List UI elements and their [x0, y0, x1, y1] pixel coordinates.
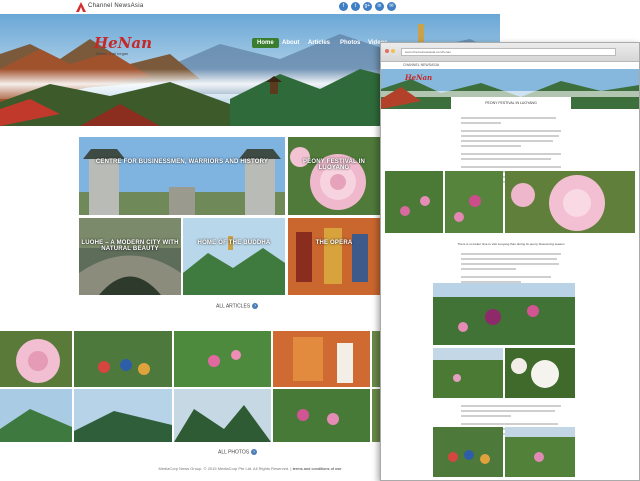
- article-photo[interactable]: [385, 171, 443, 233]
- nav-photos-link[interactable]: Photos: [340, 40, 360, 46]
- mountain-photo: [74, 389, 172, 442]
- article-tile-label: HOME OF THE BUDDHA: [197, 240, 271, 246]
- peony-visitors-photo: [445, 171, 503, 233]
- tourists-group-photo: [74, 331, 172, 387]
- mountain-photo: [174, 389, 271, 442]
- peony-garden-photo: [385, 171, 443, 233]
- nav-articles-link[interactable]: Articles: [308, 40, 330, 46]
- all-photos-link[interactable]: ALL PHOTOS ›: [218, 449, 258, 456]
- google-plus-icon[interactable]: g+: [363, 2, 372, 11]
- facebook-icon[interactable]: f: [339, 2, 348, 11]
- article-photo[interactable]: [505, 348, 575, 398]
- hero-subtitle: Where it all began: [96, 51, 129, 56]
- channel-newsasia-logo-icon[interactable]: [76, 2, 86, 12]
- article-tile-label: THE OPERA: [315, 240, 353, 246]
- second-brand-name[interactable]: CHANNEL NEWSASIA: [403, 63, 439, 67]
- pink-peony-photo: [505, 171, 635, 233]
- garden-photo: [174, 331, 271, 387]
- linkedin-icon[interactable]: in: [375, 2, 384, 11]
- browser-toolbar: www.channelnewsasia.com/henan: [381, 43, 639, 62]
- flower-field-photo: [273, 389, 370, 442]
- photo-thumbnail[interactable]: [174, 331, 271, 387]
- photo-thumbnail[interactable]: [273, 389, 370, 442]
- article-tile-peony[interactable]: PEONY FESTIVAL IN LUOYANG: [288, 137, 380, 215]
- arrow-right-icon: ›: [251, 449, 258, 455]
- article-photo[interactable]: [433, 283, 575, 345]
- group-photo: [433, 427, 503, 477]
- all-articles-link[interactable]: ALL ARTICLES ›: [216, 303, 259, 310]
- stone-bridge-image: [79, 218, 181, 295]
- article-tile-buddha[interactable]: HOME OF THE BUDDHA: [183, 218, 285, 295]
- flower-bed-photo: [505, 427, 575, 477]
- nav-home-button[interactable]: Home: [252, 38, 279, 48]
- article-title: PEONY FESTIVAL IN LUOYANG: [451, 97, 571, 109]
- mural-woman-photo: [273, 331, 370, 387]
- peony-field-photo: [433, 283, 575, 345]
- top-bar: Channel NewsAsia f t g+ in ✉: [0, 0, 500, 15]
- article-photo[interactable]: [433, 348, 503, 398]
- all-photos-label: ALL PHOTOS: [218, 449, 250, 456]
- photo-thumbnail[interactable]: [0, 389, 72, 442]
- arrow-right-icon: ›: [252, 303, 259, 309]
- second-hero-title: HeNan: [405, 73, 433, 82]
- white-peony-photo: [505, 348, 575, 398]
- article-tile-opera[interactable]: THE OPERA: [288, 218, 380, 295]
- close-window-icon[interactable]: [385, 49, 389, 53]
- article-photo[interactable]: [505, 171, 635, 233]
- peony-photo: [0, 331, 72, 387]
- article-tile-businessmen[interactable]: CENTRE FOR BUSINESSMEN, WARRIORS AND HIS…: [79, 137, 285, 215]
- peony-flower-image: [288, 137, 380, 215]
- article-photo[interactable]: [433, 427, 503, 477]
- article-photo[interactable]: [445, 171, 503, 233]
- article-body-text: [461, 253, 561, 283]
- hero-title: HeNan: [94, 34, 153, 52]
- photo-thumbnail[interactable]: [372, 389, 380, 442]
- all-articles-label: ALL ARTICLES: [216, 303, 251, 310]
- brand-name[interactable]: Channel NewsAsia: [88, 3, 144, 9]
- email-icon[interactable]: ✉: [387, 2, 396, 11]
- nav-about-link[interactable]: About: [282, 40, 299, 46]
- article-photo[interactable]: [505, 427, 575, 477]
- photo-thumbnail[interactable]: [0, 331, 72, 387]
- article-page-window: www.channelnewsasia.com/henan CHANNEL NE…: [380, 42, 640, 481]
- article-tile-label: LUOHE – A MODERN CITY WITH NATURAL BEAUT…: [81, 240, 179, 252]
- photo-thumbnail[interactable]: [74, 389, 172, 442]
- opera-mural-image: [288, 218, 380, 295]
- buddha-mountain-image: [183, 218, 285, 295]
- footer-copyright: MediaCorp News Group. © 2015 MediaCorp P…: [158, 466, 293, 471]
- photo-thumbnail[interactable]: [174, 389, 271, 442]
- mountain-photo: [0, 389, 72, 442]
- photo-thumbnail[interactable]: [273, 331, 370, 387]
- photo-thumbnail[interactable]: [372, 331, 380, 387]
- article-tile-label: PEONY FESTIVAL IN LUOYANG: [302, 159, 366, 171]
- temple-gate-image: [79, 137, 285, 215]
- terms-link[interactable]: terms and conditions of use: [293, 466, 342, 471]
- photo-caption: There is no better time to visit Luoyang…: [457, 242, 565, 246]
- garden-path-photo: [433, 348, 503, 398]
- article-tile-luohe[interactable]: LUOHE – A MODERN CITY WITH NATURAL BEAUT…: [79, 218, 181, 295]
- address-bar[interactable]: www.channelnewsasia.com/henan: [401, 48, 616, 56]
- article-tile-label: CENTRE FOR BUSINESSMEN, WARRIORS AND HIS…: [95, 159, 269, 165]
- minimize-window-icon[interactable]: [391, 49, 395, 53]
- twitter-icon[interactable]: t: [351, 2, 360, 11]
- photo-thumbnail[interactable]: [74, 331, 172, 387]
